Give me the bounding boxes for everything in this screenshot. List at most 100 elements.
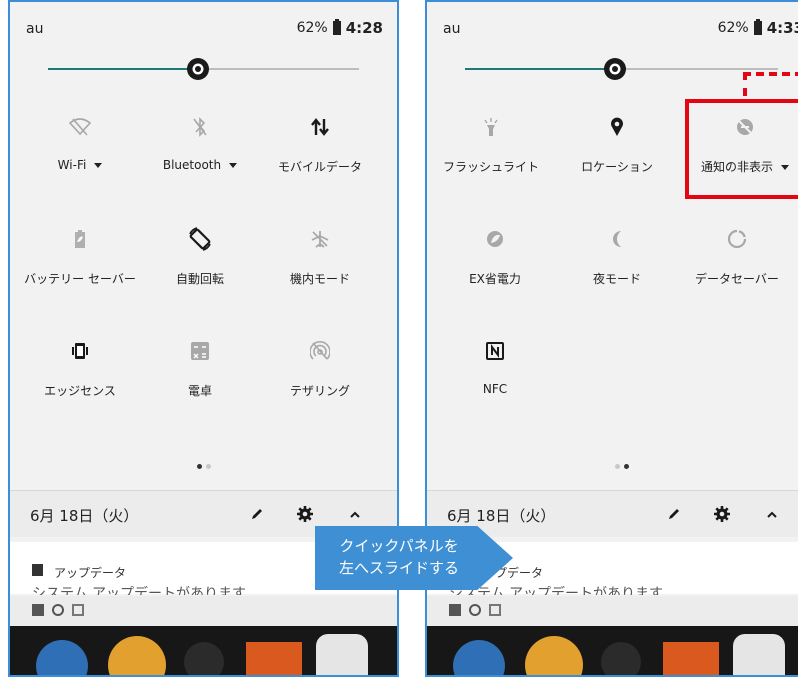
chevron-up-icon[interactable] (761, 503, 783, 525)
ex-power-saving-icon (487, 231, 503, 247)
tile-nfc[interactable]: NFC (435, 336, 555, 396)
bluetooth-off-icon (193, 117, 207, 137)
tile-battery-saver[interactable]: バッテリー セーバー (20, 224, 140, 287)
battery-percent: 62% (717, 20, 749, 36)
nfc-icon (486, 342, 504, 360)
tile-label: テザリング (289, 384, 350, 398)
annotation-dashed-leader (743, 72, 798, 96)
tile-mobile-data[interactable]: モバイルデータ (260, 112, 380, 175)
tile-label: エッジセンス (44, 384, 116, 398)
tile-label: フラッシュライト (442, 160, 539, 174)
home-screen-dock (427, 626, 798, 675)
tile-flashlight[interactable]: フラッシュライト (431, 112, 551, 175)
tile-auto-rotate[interactable]: 自動回転 (140, 224, 260, 287)
chrome-icon[interactable] (108, 636, 166, 675)
page-dot-active (623, 464, 629, 469)
edit-icon[interactable] (663, 503, 685, 525)
status-bar: au 62% 4:28 (10, 2, 397, 52)
brightness-slider[interactable] (465, 58, 778, 80)
tile-label: 機内モード (289, 272, 350, 286)
camera-icon[interactable] (316, 634, 368, 675)
tile-label: 夜モード (592, 272, 641, 286)
date-label: 6月 18日（火） (447, 507, 556, 525)
chevron-down-icon[interactable] (94, 163, 103, 168)
phone-app-icon[interactable] (453, 640, 505, 675)
page-dot-active (196, 464, 202, 469)
page-dot (205, 464, 211, 469)
tethering-icon (310, 341, 330, 360)
wifi-off-icon (69, 118, 91, 136)
tile-ex-power-saving[interactable]: EX省電力 (435, 224, 555, 287)
carrier-label: au (26, 21, 44, 37)
tile-night-mode[interactable]: 夜モード (557, 224, 677, 287)
phone-icon (72, 604, 84, 616)
tile-label: 電卓 (187, 384, 212, 398)
tile-data-saver[interactable]: データセーバー (677, 224, 797, 287)
tile-label: Bluetooth (162, 158, 222, 172)
toggle-icon (52, 604, 64, 616)
tile-edge-sense[interactable]: エッジセンス (20, 336, 140, 399)
image-icon (32, 604, 44, 616)
au-mail-icon[interactable] (663, 642, 719, 675)
gear-icon[interactable] (711, 503, 733, 525)
camera-icon[interactable] (733, 634, 785, 675)
mobile-data-icon (311, 118, 329, 136)
battery-icon (753, 19, 762, 35)
home-screen-dock (10, 626, 397, 675)
callout-line-1: クイックパネルを (339, 537, 459, 555)
notification-title: アップデータ (54, 566, 127, 580)
data-saver-icon (727, 229, 747, 249)
tile-label: NFC (482, 382, 508, 396)
tile-label: モバイルデータ (277, 160, 362, 174)
clock: 4:28 (345, 19, 383, 37)
chevron-up-icon[interactable] (344, 503, 366, 525)
brightness-icon[interactable] (186, 57, 210, 81)
app-drawer-icon[interactable] (601, 642, 641, 675)
tile-airplane-mode[interactable]: 機内モード (260, 224, 380, 287)
location-icon (611, 117, 623, 136)
page-indicator (427, 454, 798, 473)
notification-icon-tray (427, 596, 798, 626)
page-indicator (10, 454, 397, 473)
tile-label: データセーバー (695, 272, 779, 286)
download-icon (32, 564, 43, 576)
page-dot (614, 464, 620, 469)
tile-label: 自動回転 (175, 272, 224, 286)
clock: 4:33 (766, 19, 798, 37)
battery-icon (332, 19, 341, 35)
tile-location[interactable]: ロケーション (557, 112, 677, 175)
app-drawer-icon[interactable] (184, 642, 224, 675)
annotation-highlight-box (685, 99, 798, 199)
date-label: 6月 18日（火） (30, 507, 139, 525)
chevron-down-icon[interactable] (229, 163, 238, 168)
tile-label: EX省電力 (469, 272, 521, 286)
au-mail-icon[interactable] (246, 642, 302, 675)
brightness-slider[interactable] (48, 58, 359, 80)
battery-percent: 62% (296, 20, 328, 36)
chrome-icon[interactable] (525, 636, 583, 675)
toggle-icon (469, 604, 481, 616)
gear-icon[interactable] (294, 503, 316, 525)
slide-left-callout: クイックパネルを 左へスライドする (315, 526, 513, 590)
tile-wifi[interactable]: Wi-Fi (20, 112, 140, 172)
tile-label: Wi-Fi (57, 158, 87, 172)
notification-text: システム アップデートがあります (32, 586, 247, 595)
callout-line-2: 左へスライドする (338, 559, 459, 577)
phone-app-icon[interactable] (36, 640, 88, 675)
image-icon (449, 604, 461, 616)
brightness-icon[interactable] (603, 57, 627, 81)
auto-rotate-icon (189, 227, 211, 251)
phone-icon (489, 604, 501, 616)
tile-label: バッテリー セーバー (24, 272, 136, 286)
airplane-mode-icon (311, 231, 329, 248)
tile-tethering[interactable]: テザリング (260, 336, 380, 399)
calculator-icon (191, 342, 209, 360)
edit-icon[interactable] (246, 503, 268, 525)
tile-calculator[interactable]: 電卓 (140, 336, 260, 399)
battery-saver-icon (75, 230, 85, 248)
flashlight-icon (484, 118, 498, 136)
carrier-label: au (443, 21, 461, 37)
tile-bluetooth[interactable]: Bluetooth (140, 112, 260, 172)
notification-icon-tray (10, 596, 397, 626)
night-mode-icon (613, 231, 621, 247)
